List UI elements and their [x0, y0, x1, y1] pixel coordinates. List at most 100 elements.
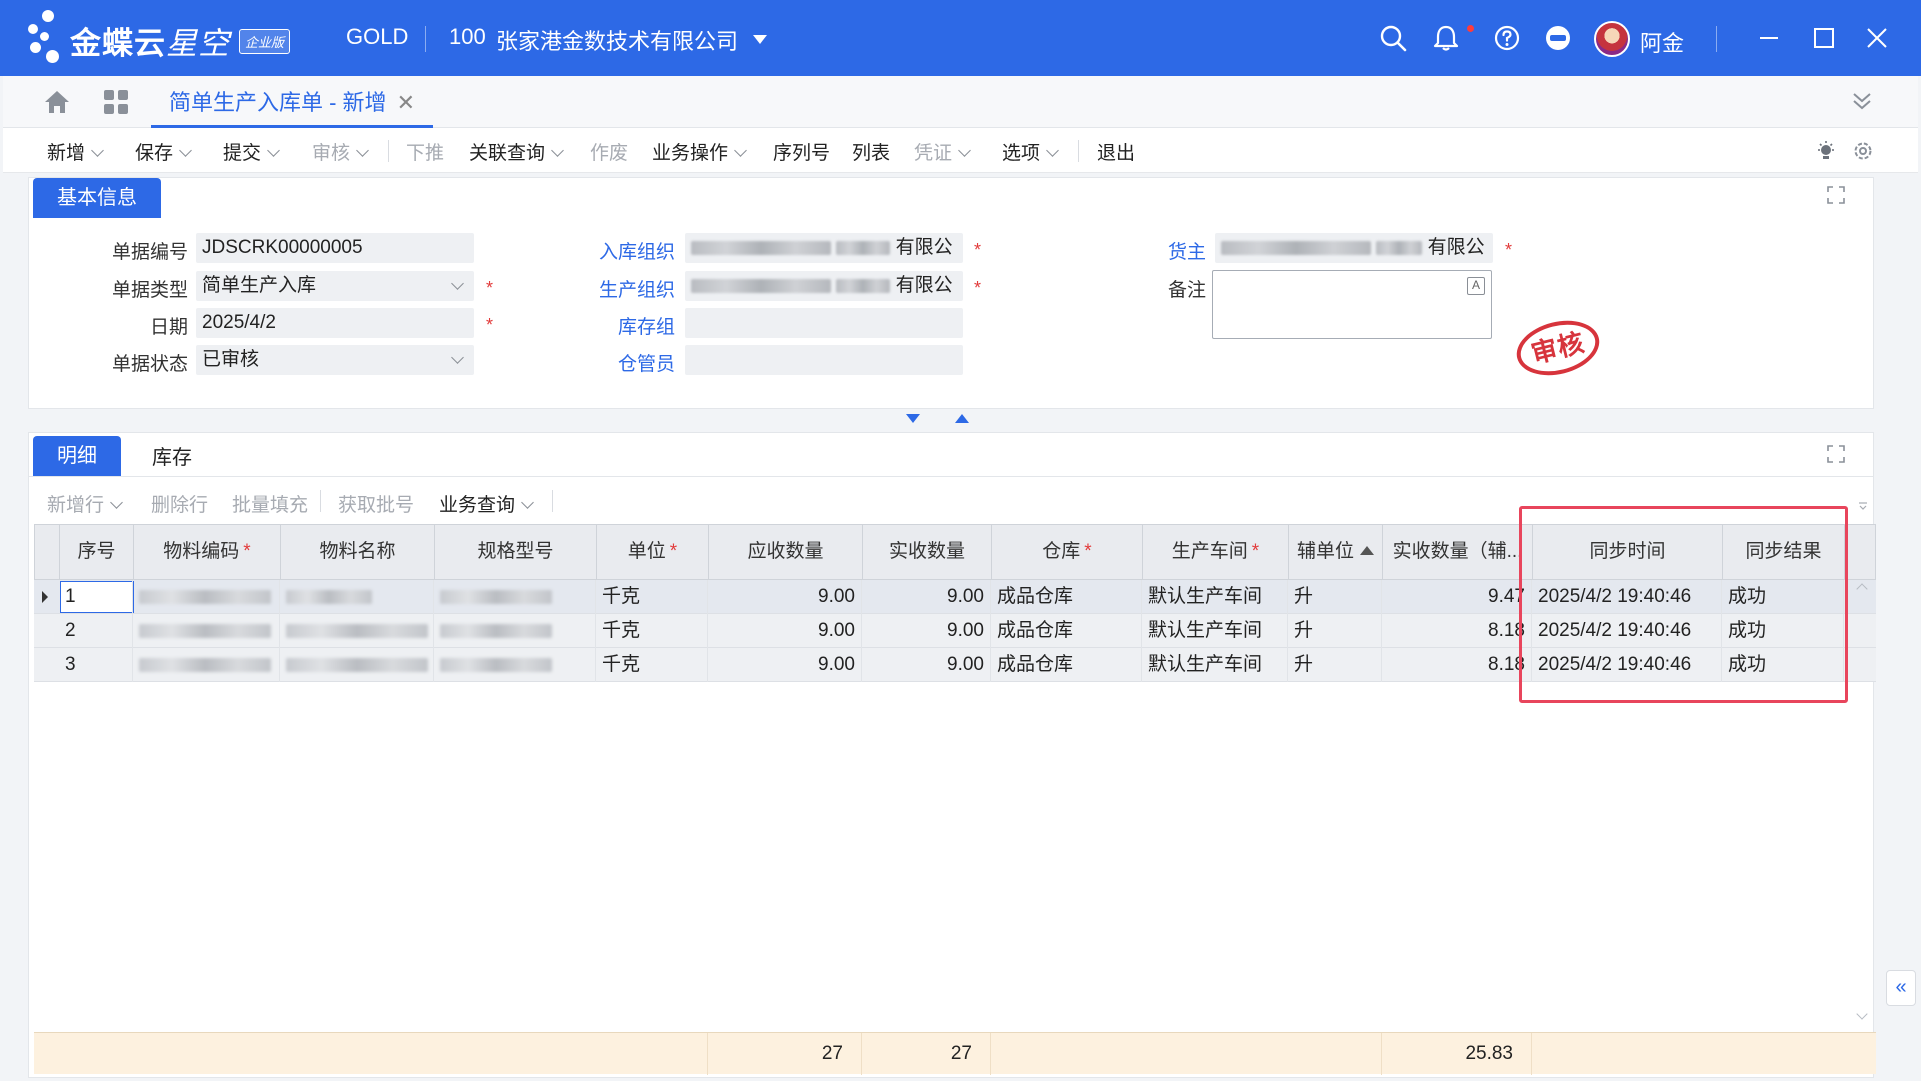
- bill-no-input[interactable]: JDSCRK00000005: [196, 233, 474, 263]
- col-unit[interactable]: 单位 *: [597, 525, 709, 579]
- col-material-name[interactable]: 物料名称: [281, 525, 435, 579]
- cell-stock[interactable]: 成品仓库: [991, 580, 1142, 614]
- tab-basic-info[interactable]: 基本信息: [33, 178, 161, 218]
- home-icon[interactable]: [43, 89, 71, 115]
- cell-unit[interactable]: 千克: [596, 580, 708, 614]
- cell-real-qty[interactable]: 9.00: [862, 648, 991, 682]
- collapse-panel-button[interactable]: «: [1886, 970, 1916, 1006]
- cell-material-code[interactable]: [133, 614, 280, 648]
- cell-real-qty[interactable]: 9.00: [862, 580, 991, 614]
- chevron-double-down-icon[interactable]: [1851, 90, 1873, 112]
- bill-type-select[interactable]: 简单生产入库: [196, 271, 474, 301]
- cell-aux-qty[interactable]: 8.18: [1382, 648, 1532, 682]
- get-lot-button[interactable]: 获取批号: [338, 490, 414, 517]
- business-ops-button[interactable]: 业务操作: [652, 138, 747, 165]
- cell-workshop[interactable]: 默认生产车间: [1142, 648, 1288, 682]
- help-icon[interactable]: [1493, 24, 1521, 52]
- apps-grid-icon[interactable]: [103, 89, 129, 115]
- cell-must-qty[interactable]: 9.00: [708, 648, 862, 682]
- cell-spec[interactable]: [434, 648, 596, 682]
- org-code[interactable]: 100: [449, 24, 486, 50]
- user-name[interactable]: 阿金: [1640, 26, 1684, 58]
- submit-button[interactable]: 提交: [223, 138, 280, 165]
- text-format-icon[interactable]: A: [1467, 277, 1485, 295]
- cell-material-name[interactable]: [280, 580, 434, 614]
- minus-circle-icon[interactable]: [1544, 24, 1572, 52]
- bill-status-select[interactable]: 已审核: [196, 345, 474, 375]
- org-name[interactable]: 张家港金数技术有限公司: [496, 24, 738, 56]
- cell-spec[interactable]: [434, 614, 596, 648]
- col-aux-qty[interactable]: 实收数量（辅...: [1383, 525, 1533, 579]
- voucher-button[interactable]: 凭证: [914, 138, 971, 165]
- col-must-qty[interactable]: 应收数量: [709, 525, 863, 579]
- org-dropdown-icon[interactable]: [753, 35, 767, 44]
- col-spec[interactable]: 规格型号: [435, 525, 597, 579]
- database-name[interactable]: GOLD: [346, 24, 408, 50]
- col-real-qty[interactable]: 实收数量: [863, 525, 992, 579]
- stocker-input[interactable]: [685, 345, 963, 375]
- gear-icon[interactable]: [1851, 139, 1875, 163]
- cell-aux-unit[interactable]: 升: [1288, 648, 1382, 682]
- cell-must-qty[interactable]: 9.00: [708, 614, 862, 648]
- minimize-icon[interactable]: [1755, 24, 1783, 52]
- cell-aux-qty[interactable]: 9.47: [1382, 580, 1532, 614]
- close-window-icon[interactable]: [1863, 24, 1891, 52]
- production-org-label[interactable]: 生产组织: [585, 275, 675, 302]
- col-workshop[interactable]: 生产车间 *: [1143, 525, 1289, 579]
- stock-org-input[interactable]: 有限公: [685, 233, 963, 263]
- search-icon[interactable]: [1379, 24, 1407, 52]
- remark-textarea[interactable]: A: [1212, 270, 1492, 339]
- cell-seq[interactable]: 2: [59, 614, 133, 648]
- cell-stock[interactable]: 成品仓库: [991, 648, 1142, 682]
- batch-fill-button[interactable]: 批量填充: [232, 490, 308, 517]
- void-button[interactable]: 作废: [590, 138, 628, 165]
- serial-no-button[interactable]: 序列号: [773, 138, 830, 165]
- production-org-input[interactable]: 有限公: [685, 271, 963, 301]
- cell-aux-qty[interactable]: 8.18: [1382, 614, 1532, 648]
- cell-material-name[interactable]: [280, 648, 434, 682]
- expand-icon[interactable]: [1826, 444, 1846, 464]
- audit-button[interactable]: 审核: [312, 138, 369, 165]
- save-button[interactable]: 保存: [135, 138, 192, 165]
- maximize-icon[interactable]: [1810, 24, 1838, 52]
- collapse-up-icon[interactable]: [955, 414, 969, 423]
- col-seq[interactable]: 序号: [60, 525, 134, 579]
- tab-close-icon[interactable]: ✕: [397, 90, 415, 115]
- cell-workshop[interactable]: 默认生产车间: [1142, 614, 1288, 648]
- cell-real-qty[interactable]: 9.00: [862, 614, 991, 648]
- exit-button[interactable]: 退出: [1097, 138, 1135, 165]
- new-button[interactable]: 新增: [47, 138, 104, 165]
- cell-material-code[interactable]: [133, 580, 280, 614]
- col-material-code[interactable]: 物料编码 *: [134, 525, 281, 579]
- tab-detail[interactable]: 明细: [33, 436, 121, 476]
- business-query-button[interactable]: 业务查询: [439, 490, 534, 517]
- stock-org-label[interactable]: 入库组织: [585, 237, 675, 264]
- cell-aux-unit[interactable]: 升: [1288, 580, 1382, 614]
- cell-seq[interactable]: 1: [59, 580, 133, 614]
- owner-label[interactable]: 货主: [1116, 237, 1206, 264]
- date-input[interactable]: 2025/4/2: [196, 308, 474, 338]
- cell-spec[interactable]: [434, 580, 596, 614]
- stock-group-input[interactable]: [685, 308, 963, 338]
- stock-group-label[interactable]: 库存组: [585, 312, 675, 339]
- cell-unit[interactable]: 千克: [596, 614, 708, 648]
- collapse-down-icon[interactable]: [906, 414, 920, 423]
- col-stock[interactable]: 仓库 *: [992, 525, 1143, 579]
- cell-material-name[interactable]: [280, 614, 434, 648]
- push-down-button[interactable]: 下推: [406, 138, 444, 165]
- avatar[interactable]: [1594, 21, 1630, 57]
- cell-must-qty[interactable]: 9.00: [708, 580, 862, 614]
- cell-workshop[interactable]: 默认生产车间: [1142, 580, 1288, 614]
- tab-stock[interactable]: 库存: [128, 438, 216, 478]
- cell-seq[interactable]: 3: [59, 648, 133, 682]
- stocker-label[interactable]: 仓管员: [585, 349, 675, 376]
- cell-material-code[interactable]: [133, 648, 280, 682]
- bell-icon[interactable]: [1432, 24, 1460, 52]
- owner-input[interactable]: 有限公: [1215, 233, 1493, 263]
- cell-aux-unit[interactable]: 升: [1288, 614, 1382, 648]
- tab-simple-production-receipt[interactable]: 简单生产入库单 - 新增 ✕: [151, 86, 433, 128]
- options-button[interactable]: 选项: [1002, 138, 1059, 165]
- list-button[interactable]: 列表: [852, 138, 890, 165]
- related-query-button[interactable]: 关联查询: [469, 138, 564, 165]
- add-row-button[interactable]: 新增行: [47, 490, 123, 517]
